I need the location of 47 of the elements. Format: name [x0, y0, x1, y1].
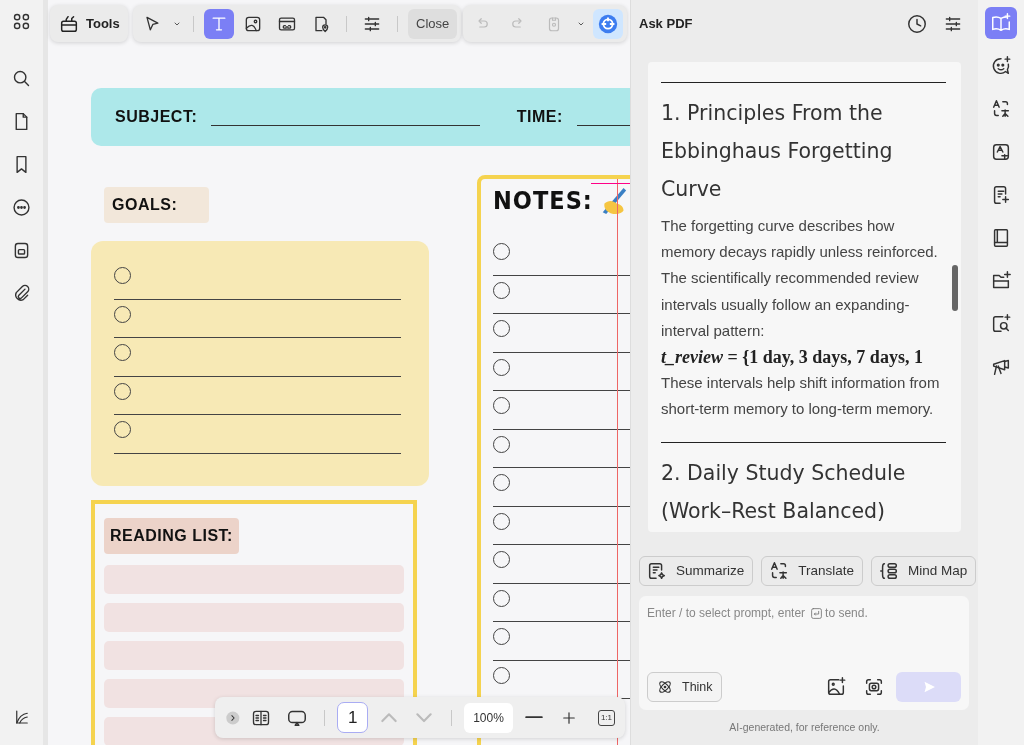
chevron-up-icon [380, 712, 397, 723]
prompt-hint: Enter / to select prompt, enter [647, 605, 806, 622]
summarize-button[interactable]: Summarize [639, 556, 754, 586]
disclaimer: AI-generated, for reference only. [728, 720, 881, 735]
apps-icon[interactable] [11, 11, 32, 32]
book-sparkle-icon [990, 12, 1012, 34]
actual-size-button[interactable]: 1:1 [597, 709, 615, 726]
camera-icon [863, 676, 885, 698]
time-label: TIME: [516, 107, 563, 127]
formula: t_review = {1 day, 3 days, 7 days, 1 [661, 346, 923, 369]
chat-icon [990, 55, 1012, 77]
expand-icon[interactable] [225, 709, 241, 726]
search-icon [990, 313, 1012, 335]
page-field[interactable]: 1 [337, 702, 369, 733]
sliders-icon [943, 14, 963, 34]
image-icon [825, 676, 847, 698]
answer-paragraph: These intervals help shift information from short-term memory to long-term memory. [661, 373, 941, 420]
minus-icon [524, 716, 543, 719]
document-sparkle-icon [646, 560, 668, 582]
answer-heading: 2. Daily Study Schedule (Work–Rest Balanced) [661, 460, 907, 526]
panel-title: Ask PDF [639, 15, 693, 34]
zoom-level[interactable]: 100% [464, 702, 513, 733]
goals-label: GOALS: [104, 187, 210, 223]
ask-pdf-tab[interactable] [985, 7, 1017, 39]
enter-key-icon [810, 606, 824, 620]
close-button[interactable]: Close [408, 8, 458, 39]
translate-icon [990, 98, 1012, 120]
chevron-down-icon [416, 712, 433, 723]
search-icon[interactable] [11, 68, 32, 89]
tools-button[interactable]: Tools [50, 5, 128, 42]
atom-icon [656, 678, 674, 696]
clock-icon [906, 13, 928, 35]
mind-map-button[interactable]: Mind Map [871, 556, 977, 586]
translate-icon [990, 141, 1012, 163]
prompt-hint: to send. [825, 605, 868, 622]
reading-list-label: READING LIST: [104, 518, 239, 554]
prompt-panel[interactable]: Enter / to select prompt, enter to send. Think [639, 596, 969, 710]
comment-icon[interactable] [11, 197, 32, 218]
scrollbar-thumb[interactable] [952, 265, 958, 311]
ai-assistant-button[interactable] [593, 8, 623, 39]
writing-hand-icon [600, 187, 627, 215]
subject-label: SUBJECT: [115, 107, 198, 127]
think-button[interactable]: Think [647, 672, 722, 702]
translate-button[interactable]: Translate [761, 556, 864, 586]
notes-label: NOTES: [493, 185, 593, 217]
answer-paragraph: The forgetting curve describes how memory decays rapidly unless reinforced. The scientifically recommended review intervals usually follow an expanding-interval pattern: [661, 216, 939, 341]
answer-heading: 1. Principles From the Ebbinghaus Forgetting Curve [661, 100, 894, 203]
